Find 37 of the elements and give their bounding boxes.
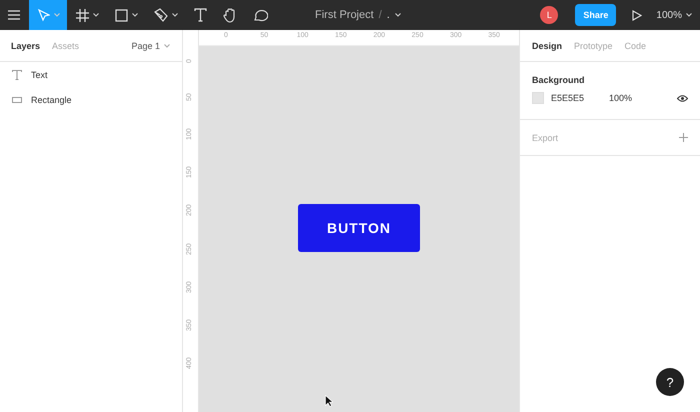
chevron-icon [54,13,60,17]
path-separator: / [378,9,382,21]
square-icon [115,8,128,22]
zoom-level[interactable]: 100% [656,10,682,20]
opacity-value[interactable]: 100% [609,93,632,103]
help-button[interactable]: ? [656,368,684,396]
speech-bubble-icon [253,8,268,22]
panel-tab[interactable]: Design [532,40,562,50]
mouse-pointer-icon [325,395,333,407]
pointer-icon [38,8,50,22]
page-selector[interactable]: Page 1 [131,40,160,50]
chevron-icon[interactable] [394,13,401,17]
user-avatar[interactable]: L [540,6,558,24]
eye-icon[interactable] [677,94,688,102]
menu-icon[interactable] [8,10,20,20]
color-swatch[interactable] [532,92,544,104]
play-icon[interactable] [632,10,642,20]
chevron-icon [93,13,99,17]
file-name[interactable]: . [386,9,390,21]
panel-tab[interactable]: Layers [11,40,40,50]
text-tool-icon [194,8,207,22]
layer-name[interactable]: Rectangle [31,94,72,104]
chevron-icon[interactable] [686,13,692,17]
hand-icon [223,8,237,22]
project-name[interactable]: First Project [315,9,374,21]
hash-icon [76,8,89,22]
layer-name[interactable]: Text [31,70,48,80]
section-title: Export [532,132,558,142]
hex-value[interactable]: E5E5E5 [551,93,584,103]
plus-icon[interactable] [679,133,688,142]
pen-icon [154,8,168,22]
text-layer-icon [12,70,22,80]
chevron-icon [132,13,138,17]
button-label: BUTTON [326,220,392,236]
rectangle-layer-icon [12,96,22,102]
chevron-icon [172,13,178,17]
section-title: Background [532,75,586,85]
